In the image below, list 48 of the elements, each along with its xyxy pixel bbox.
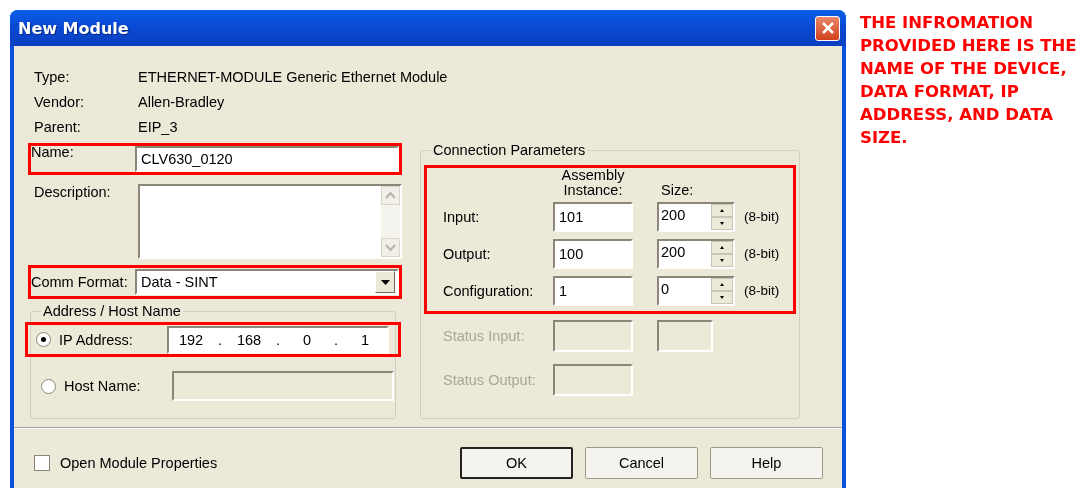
row-label: Input: — [443, 208, 481, 225]
radio-button[interactable] — [36, 332, 51, 347]
host-name-field[interactable] — [172, 371, 394, 401]
unit-label: (8-bit) — [744, 209, 780, 224]
ip-address-field[interactable]: 192 . 168 . 0 . 1 — [167, 325, 389, 354]
radio-label: IP Address: — [59, 331, 134, 348]
radio-label: Host Name: — [64, 378, 142, 394]
instance-field[interactable]: 100 — [553, 238, 633, 269]
unit-label: (8-bit) — [744, 246, 780, 261]
name-field[interactable]: CLV630_0120 — [135, 146, 399, 172]
row-label: Status Output: — [443, 372, 537, 388]
column-header: Assembly Instance: — [560, 168, 626, 198]
spin-arrows-icon — [711, 240, 733, 267]
field-label: Parent: — [34, 118, 82, 135]
annotation-note: THE INFROMATION PROVIDED HERE IS THE NAME OF THE DEVICE, DATA FORMAT, IP ADDRESS, AND DATA SIZE. — [860, 12, 1078, 149]
dialog-button[interactable]: OK — [460, 447, 573, 479]
field-label: Comm Format: — [31, 274, 129, 290]
dropdown-arrow-icon — [380, 279, 390, 285]
field-label: Name: — [31, 144, 75, 160]
field-label: Type: — [34, 68, 71, 85]
group-legend: Connection Parameters — [431, 142, 588, 158]
close-button[interactable] — [815, 15, 840, 41]
row-label: Output: — [443, 245, 492, 262]
field-value: ETHERNET-MODULE Generic Ethernet Module — [138, 68, 448, 85]
spin-arrows-icon — [711, 203, 733, 230]
comm-format-dropdown[interactable]: Data - SINT — [135, 269, 399, 295]
unit-label: (8-bit) — [744, 283, 780, 298]
instance-field[interactable]: 1 — [553, 275, 633, 306]
radio-button[interactable] — [41, 378, 56, 394]
window-title: New Module — [18, 18, 129, 38]
group-legend: Address / Host Name — [41, 303, 183, 319]
checkbox-label: Open Module Properties — [60, 455, 218, 471]
size-spinner[interactable]: 200 — [657, 238, 735, 269]
field-label: Vendor: — [34, 93, 85, 110]
close-icon — [820, 21, 835, 35]
row-label: Status Input: — [443, 328, 526, 344]
row-label: Configuration: — [443, 282, 535, 299]
field-value: Allen-Bradley — [138, 93, 225, 110]
field-value: EIP_3 — [138, 118, 178, 135]
column-header: Size: — [661, 183, 695, 198]
size-spinner[interactable]: 0 — [657, 275, 735, 306]
field-label: Description: — [34, 184, 112, 202]
size-spinner[interactable]: 200 — [657, 201, 735, 232]
dialog-button[interactable]: Cancel — [585, 447, 698, 479]
instance-field[interactable]: 101 — [553, 201, 633, 232]
checkbox[interactable] — [34, 455, 50, 471]
dialog-button[interactable]: Help — [710, 447, 823, 479]
spin-arrows-icon — [711, 277, 733, 304]
